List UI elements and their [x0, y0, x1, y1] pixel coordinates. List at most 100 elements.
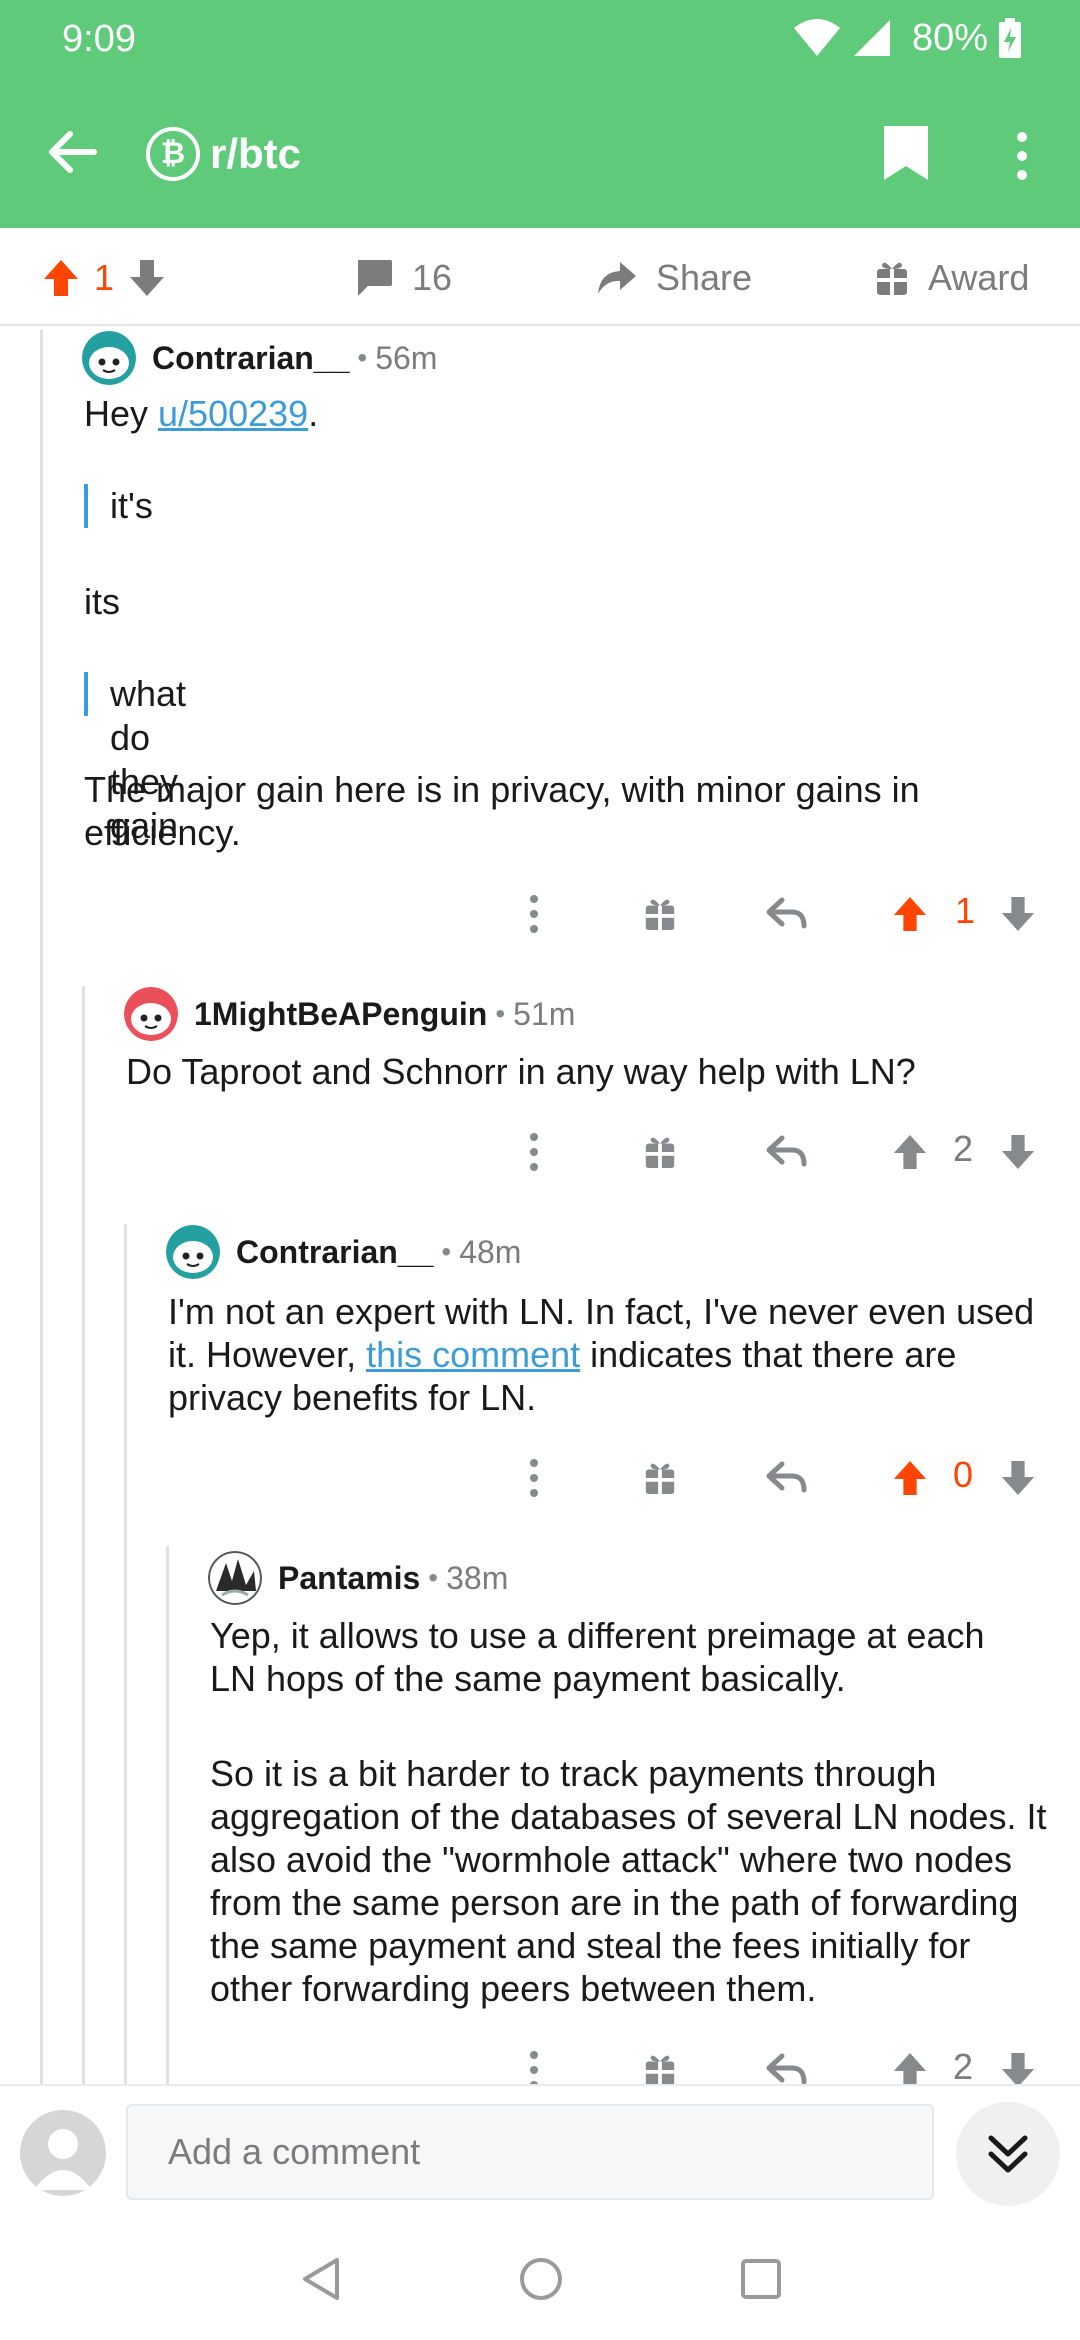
award-icon — [877, 262, 907, 295]
comment-more-button[interactable] — [512, 1448, 556, 1508]
nav-home-button[interactable] — [506, 2244, 576, 2314]
back-button[interactable] — [38, 120, 108, 184]
avatar[interactable] — [124, 987, 178, 1041]
comment-score: 2 — [953, 2046, 974, 2087]
nav-back-button[interactable] — [286, 2244, 356, 2314]
add-comment-bar: Add a comment — [0, 2084, 1080, 2216]
upvote-icon — [893, 1134, 927, 1170]
comment-link[interactable]: this comment — [366, 1334, 580, 1375]
comment-upvote-button[interactable] — [888, 1122, 932, 1182]
thread-line[interactable] — [166, 1546, 169, 2084]
system-nav-bar — [0, 2216, 1080, 2340]
user-avatar[interactable] — [20, 2110, 106, 2196]
battery-percent: 80% — [911, 16, 988, 59]
comment-icon — [358, 260, 392, 296]
comment-actions: 1 — [0, 884, 1080, 944]
user-icon — [34, 2129, 92, 2190]
comment-time: 51m — [513, 995, 576, 1032]
status-time: 9:09 — [62, 18, 136, 60]
comment-username[interactable]: Contrarian__ — [236, 1234, 433, 1271]
bookmark-button[interactable] — [882, 124, 936, 186]
battery-charging-icon — [999, 18, 1021, 58]
comment-more-button[interactable] — [512, 884, 556, 944]
comment-username[interactable]: 1MightBeAPenguin — [194, 996, 487, 1033]
comment-paragraph: So it is a bit harder to track payments … — [210, 1753, 1047, 2009]
app-header: 9:09 80% ₿ r/btc — [0, 0, 1080, 228]
share-label: Share — [656, 257, 753, 298]
comment-upvote-button[interactable] — [888, 1448, 932, 1508]
reply-icon — [766, 1135, 807, 1167]
signal-icon — [853, 20, 890, 56]
comment-time: 48m — [459, 1233, 522, 1270]
more-vert-icon — [1017, 132, 1027, 142]
comment-header: Pantamis • 38m — [208, 1548, 508, 1608]
chevron-double-down-icon — [988, 2135, 1028, 2173]
comment-actions: 2 — [0, 1122, 1080, 1182]
comment-score: 1 — [955, 890, 976, 931]
reply-icon — [766, 897, 807, 929]
award-icon — [645, 1137, 675, 1169]
reply-icon — [766, 1461, 807, 1493]
comment-actions: 0 — [0, 1448, 1080, 1508]
comment-header: Contrarian__ • 56m — [82, 328, 437, 388]
wifi-icon — [793, 19, 840, 56]
nav-recents-button[interactable] — [726, 2244, 796, 2314]
comment-text: I'm not an expert with LN. In fact, I've… — [168, 1290, 1048, 1419]
jump-next-button[interactable] — [956, 2102, 1060, 2206]
post-vote: 1 — [42, 252, 166, 304]
thread-line[interactable] — [124, 1224, 127, 2084]
comment-downvote-button[interactable] — [996, 1448, 1040, 1508]
greeting-suffix: . — [308, 393, 319, 434]
comment-more-button[interactable] — [512, 1122, 556, 1182]
more-options-button[interactable] — [1000, 128, 1044, 184]
more-vert-icon — [530, 1133, 538, 1171]
comments-count: 16 — [412, 257, 453, 298]
award-button[interactable]: Award — [874, 252, 1029, 304]
meta-separator: • — [441, 1236, 452, 1267]
downvote-icon — [1001, 1134, 1035, 1170]
award-label: Award — [928, 257, 1030, 298]
bitcoin-icon[interactable]: ₿ — [146, 127, 200, 181]
award-icon — [645, 899, 675, 931]
comment-username[interactable]: Pantamis — [278, 1560, 420, 1597]
comment-reply-button[interactable] — [760, 1448, 814, 1508]
comment-downvote-button[interactable] — [996, 1122, 1040, 1182]
comment-paragraph: The major gain here is in privacy, with … — [84, 769, 920, 853]
comment-award-button[interactable] — [636, 1448, 684, 1508]
comment-upvote-button[interactable] — [888, 884, 932, 944]
meta-separator: • — [495, 998, 506, 1029]
avatar[interactable] — [208, 1551, 262, 1605]
subreddit-name[interactable]: r/btc — [210, 130, 301, 178]
downvote-icon — [1001, 1460, 1035, 1496]
app-root: 9:09 80% ₿ r/btc 1 16 Share Award Contra… — [0, 0, 1080, 2340]
upvote-icon[interactable] — [42, 258, 80, 298]
bookmark-icon — [884, 126, 928, 180]
comment-reply-button[interactable] — [760, 884, 814, 944]
upvote-icon — [893, 1460, 927, 1496]
add-comment-input[interactable]: Add a comment — [126, 2104, 934, 2200]
comment-time: 38m — [446, 1559, 509, 1596]
status-icons: 80% — [792, 16, 1022, 60]
upvote-icon — [893, 896, 927, 932]
comment-reply-button[interactable] — [760, 1122, 814, 1182]
user-mention-link[interactable]: u/500239 — [158, 393, 308, 434]
comment-award-button[interactable] — [636, 884, 684, 944]
status-bar: 9:09 80% — [0, 0, 1080, 78]
greeting-prefix: Hey — [84, 393, 159, 434]
blockquote: what do they gain — [84, 672, 186, 846]
downvote-icon[interactable] — [128, 258, 166, 298]
comment-award-button[interactable] — [636, 1122, 684, 1182]
comment-time: 56m — [375, 339, 438, 376]
avatar[interactable] — [82, 331, 136, 385]
share-button[interactable]: Share — [596, 252, 752, 304]
comment-downvote-button[interactable] — [996, 884, 1040, 944]
award-icon — [645, 1463, 675, 1495]
triangle-back-icon — [303, 2258, 339, 2300]
comment-username[interactable]: Contrarian__ — [152, 340, 349, 377]
thread-line[interactable] — [40, 330, 43, 2084]
avatar[interactable] — [166, 1225, 220, 1279]
comments-button[interactable]: 16 — [354, 252, 452, 304]
circle-home-icon — [520, 2258, 562, 2300]
comment-score: 2 — [953, 1128, 974, 1169]
downvote-icon — [1001, 896, 1035, 932]
